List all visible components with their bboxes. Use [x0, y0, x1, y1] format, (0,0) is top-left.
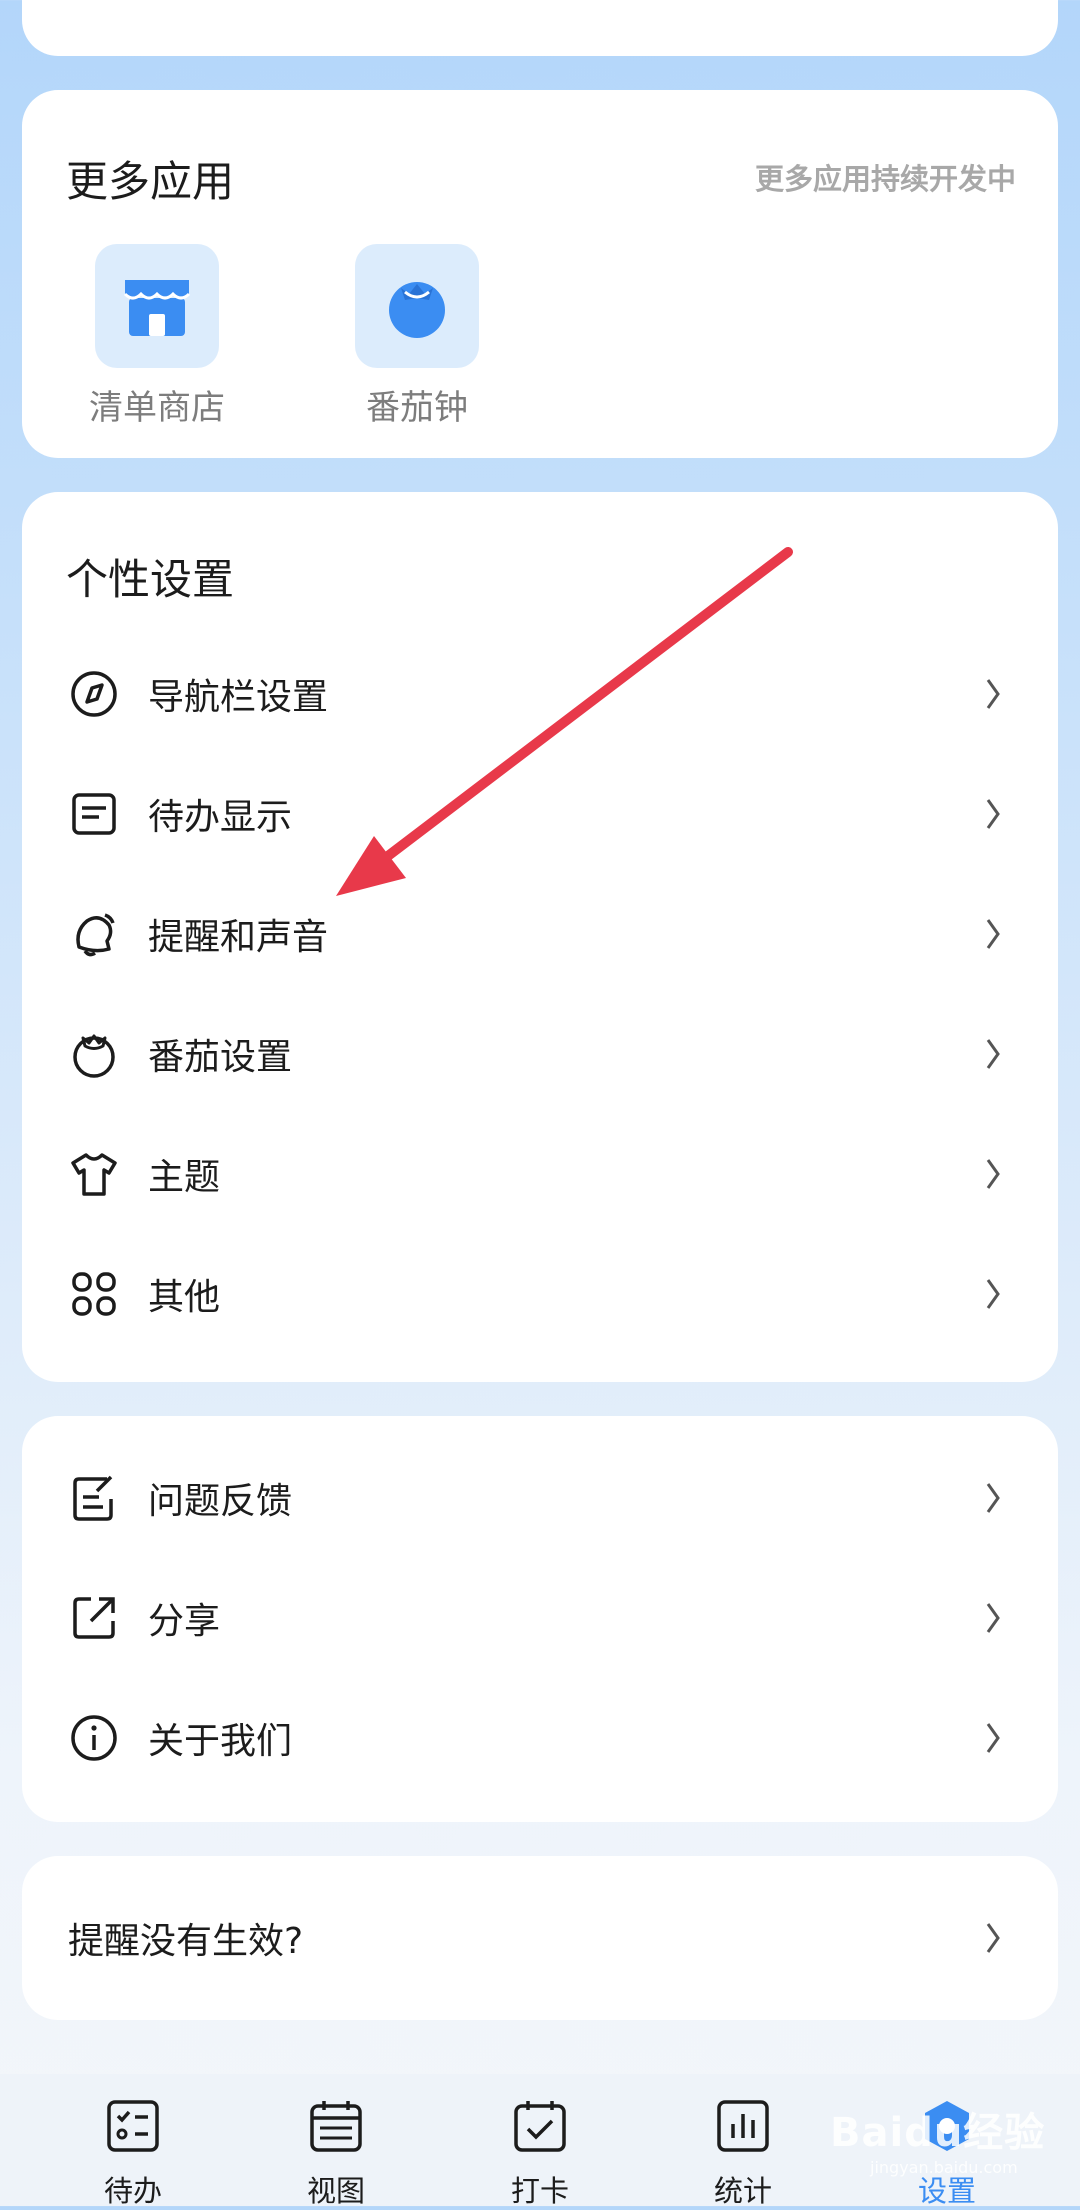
row-todo-display[interactable]: 待办显示: [22, 754, 1058, 874]
store-icon: [95, 244, 219, 368]
checkin-icon: [470, 2096, 610, 2156]
row-feedback[interactable]: 问题反馈: [22, 1438, 1058, 1558]
row-share[interactable]: 分享: [22, 1558, 1058, 1678]
compass-icon: [68, 668, 120, 720]
app-tile-store[interactable]: 清单商店: [72, 244, 242, 429]
chevron-right-icon: [986, 1279, 1000, 1309]
more-apps-title: 更多应用: [66, 157, 235, 206]
top-card-partial: [22, 0, 1058, 56]
calendar-icon: [266, 2096, 406, 2156]
stats-icon: [673, 2096, 813, 2156]
more-apps-hint: 更多应用持续开发中: [754, 162, 1016, 196]
row-nav-settings[interactable]: 导航栏设置: [22, 634, 1058, 754]
tomato-icon: [355, 244, 479, 368]
row-label: 其他: [148, 1277, 221, 1318]
feedback-icon: [68, 1472, 120, 1524]
app-label-store: 清单商店: [89, 388, 225, 428]
chevron-right-icon: [986, 1039, 1000, 1069]
chevron-right-icon: [986, 679, 1000, 709]
tab-checkin[interactable]: 打卡: [470, 2096, 610, 2210]
row-label: 番茄设置: [148, 1037, 293, 1078]
personal-settings-title: 个性设置: [66, 555, 235, 604]
tab-label: 待办: [103, 2174, 162, 2208]
bell-icon: [68, 908, 120, 960]
help-card[interactable]: 提醒没有生效?: [22, 1856, 1058, 2020]
share-icon: [68, 1592, 120, 1644]
app-label-tomato: 番茄钟: [366, 388, 468, 428]
tshirt-icon: [68, 1148, 120, 1200]
row-label: 关于我们: [148, 1721, 293, 1762]
chevron-right-icon: [986, 1159, 1000, 1189]
chevron-right-icon: [986, 1723, 1000, 1753]
chevron-right-icon: [986, 1603, 1000, 1633]
row-label: 分享: [148, 1601, 221, 1642]
row-theme[interactable]: 主题: [22, 1114, 1058, 1234]
row-label: 导航栏设置: [148, 677, 329, 718]
row-label: 主题: [148, 1157, 221, 1198]
watermark-logo: Baidu经验: [830, 2110, 1046, 2156]
row-label: 提醒和声音: [148, 917, 329, 958]
row-tomato-settings[interactable]: 番茄设置: [22, 994, 1058, 1114]
personal-settings-card: 个性设置 导航栏设置 待办显示 提醒和声音 番茄设置 主题 其他: [22, 492, 1058, 1382]
todo-card-icon: [68, 788, 120, 840]
chevron-right-icon: [986, 1483, 1000, 1513]
more-apps-card: 更多应用 更多应用持续开发中 清单商店 番茄钟: [22, 90, 1058, 458]
grid-icon: [68, 1268, 120, 1320]
row-label: 待办显示: [148, 797, 293, 838]
checklist-icon: [63, 2096, 203, 2156]
tab-label: 统计: [713, 2174, 772, 2208]
tab-todo[interactable]: 待办: [63, 2096, 203, 2210]
row-label: 问题反馈: [148, 1481, 293, 1522]
tab-view[interactable]: 视图: [266, 2096, 406, 2210]
chevron-right-icon: [986, 799, 1000, 829]
chevron-right-icon: [986, 919, 1000, 949]
help-label: 提醒没有生效?: [68, 1921, 304, 1962]
misc-card: 问题反馈 分享 关于我们: [22, 1416, 1058, 1822]
row-other[interactable]: 其他: [22, 1234, 1058, 1354]
tomato-outline-icon: [68, 1028, 120, 1080]
tab-stats[interactable]: 统计: [673, 2096, 813, 2210]
row-help[interactable]: 提醒没有生效?: [22, 1878, 1058, 1998]
app-tile-tomato[interactable]: 番茄钟: [332, 244, 502, 429]
row-about[interactable]: 关于我们: [22, 1678, 1058, 1798]
tab-label: 打卡: [510, 2174, 569, 2208]
chevron-right-icon: [986, 1923, 1000, 1953]
info-icon: [68, 1712, 120, 1764]
tab-label: 视图: [306, 2174, 365, 2208]
watermark-url: jingyan.baidu.com: [870, 2158, 1018, 2177]
row-reminder-sound[interactable]: 提醒和声音: [22, 874, 1058, 994]
